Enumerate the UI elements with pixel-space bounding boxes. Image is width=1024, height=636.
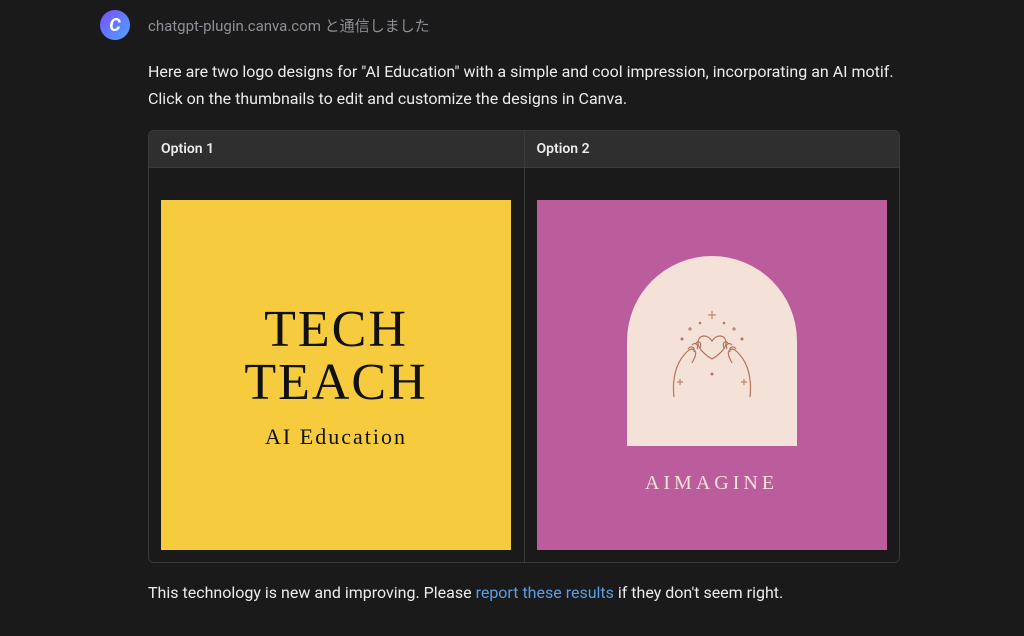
footer-suffix: if they don't seem right. <box>614 583 783 602</box>
footer-paragraph: This technology is new and improving. Pl… <box>148 583 924 602</box>
chat-message: C chatgpt-plugin.canva.com と通信しました Here … <box>0 0 1024 622</box>
plugin-status-text: chatgpt-plugin.canva.com と通信しました <box>148 15 430 36</box>
thumbnail-option1[interactable]: TECH TEACH AI Education <box>161 200 511 550</box>
column-header-option1: Option 1 <box>149 131 525 167</box>
column-header-option2: Option 2 <box>525 131 900 167</box>
avatar-letter: C <box>109 15 120 36</box>
report-results-link[interactable]: report these results <box>476 583 614 602</box>
option1-subtitle: AI Education <box>265 424 407 450</box>
message-header: C chatgpt-plugin.canva.com と通信しました <box>100 10 924 40</box>
cell-option1: TECH TEACH AI Education <box>149 167 525 562</box>
option1-title-line2: TEACH <box>244 353 427 412</box>
intro-paragraph: Here are two logo designs for "AI Educat… <box>148 58 924 112</box>
table-row: TECH TEACH AI Education <box>149 167 899 562</box>
canva-avatar-icon: C <box>100 10 130 40</box>
options-table: Option 1 Option 2 TECH TEACH AI Educatio… <box>148 130 900 563</box>
arch-shape-icon <box>627 256 797 446</box>
hands-heart-icon <box>642 279 782 423</box>
option1-title-line1: TECH <box>264 300 408 359</box>
thumbnail-option2[interactable]: AIMAGINE <box>537 200 887 550</box>
message-body: Here are two logo designs for "AI Educat… <box>148 58 924 602</box>
option2-label: AIMAGINE <box>645 472 778 495</box>
footer-prefix: This technology is new and improving. Pl… <box>148 583 476 602</box>
cell-option2: AIMAGINE <box>525 167 900 562</box>
